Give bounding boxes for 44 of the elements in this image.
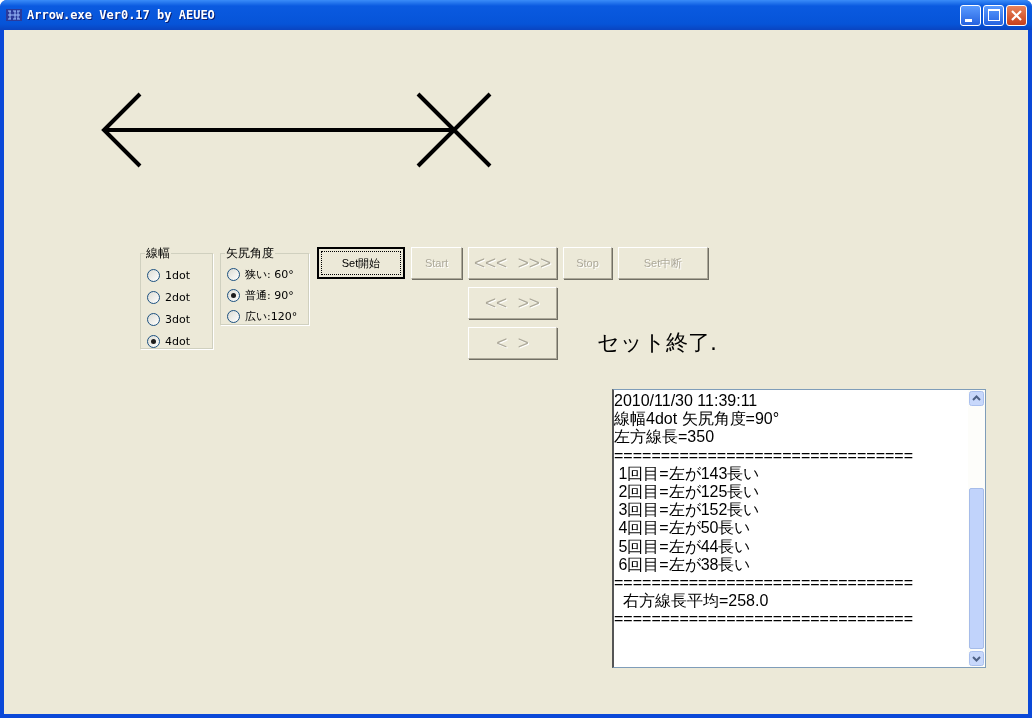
log-line: 右方線長平均=258.0: [621, 592, 770, 611]
log-textbox[interactable]: [612, 389, 986, 668]
log-line: 5回目=左が44長い: [617, 537, 752, 556]
radio-button[interactable]: [227, 310, 240, 323]
log-line: 2回目=左が125長い: [617, 483, 761, 502]
log-line: 3回目=左が152長い: [617, 501, 761, 520]
radio-button[interactable]: [227, 268, 240, 281]
log-line: 左方線長=350: [614, 428, 716, 447]
radio-option[interactable]: 普通: 90°: [227, 285, 302, 306]
radio-option[interactable]: 広い:120°: [227, 306, 302, 327]
radio-option[interactable]: 狭い: 60°: [227, 264, 302, 285]
minimize-button[interactable]: [960, 4, 981, 26]
radio-button[interactable]: [147, 334, 160, 348]
maximize-icon: [987, 9, 1000, 21]
log-line: 6回目=左が38長い: [617, 555, 752, 575]
radio-button[interactable]: [147, 290, 160, 304]
log-line: ================================: [614, 446, 914, 465]
app-icon: [6, 8, 22, 22]
status-text: セット終了.: [596, 329, 717, 357]
minimize-icon: [964, 18, 972, 22]
close-button[interactable]: [1006, 4, 1027, 26]
scroll-down-button[interactable]: [969, 651, 984, 666]
maximize-button[interactable]: [983, 4, 1004, 26]
radio-button[interactable]: [147, 268, 160, 282]
log-line: ================================: [614, 610, 914, 629]
log-line: ================================: [614, 574, 914, 592]
log-line: 2010/11/30 11:39:11: [614, 392, 759, 410]
radio-option[interactable]: 2dot: [147, 286, 206, 308]
group-label: 矢尻角度: [225, 245, 275, 262]
radio-button[interactable]: [147, 312, 160, 326]
radio-button[interactable]: [227, 289, 240, 302]
scrollbar[interactable]: [968, 390, 985, 667]
log-line: 4回目=左が50長い: [617, 519, 752, 538]
scroll-up-button[interactable]: [969, 391, 984, 406]
radio-option[interactable]: 3dot: [147, 308, 206, 330]
close-icon: [1011, 9, 1022, 21]
radio-option[interactable]: 4dot: [147, 330, 206, 352]
radio-option[interactable]: 1dot: [147, 264, 206, 286]
scrollbar-thumb[interactable]: [969, 487, 984, 649]
log-line: 1回目=左が143長い: [617, 464, 761, 483]
log-line: 線幅4dot 矢尻角度=90°: [614, 410, 781, 428]
toolbar-button[interactable]: Set開始: [317, 247, 405, 279]
window-title: Arrow.exe Ver0.17 by AEUEO: [27, 8, 215, 22]
group-label: 線幅: [145, 245, 171, 262]
